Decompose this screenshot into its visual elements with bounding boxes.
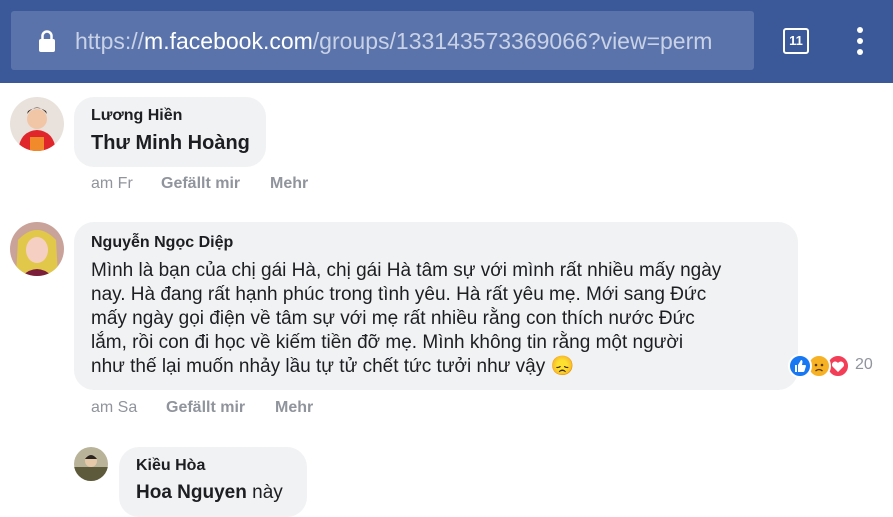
comment-text-line: mấy ngày gọi điện về tâm sự với mẹ rất n…: [91, 308, 695, 329]
tab-switcher-button[interactable]: 11: [783, 28, 809, 54]
mentioned-user-link[interactable]: Hoa Nguyen: [136, 482, 247, 503]
more-button[interactable]: Mehr: [275, 399, 313, 417]
comment-author[interactable]: Kiều Hòa: [136, 457, 205, 475]
comment-text: Mình là bạn của chị gái Hà, chị gái Hà t…: [91, 259, 791, 379]
comment-text-line: lắm, rồi con đi học về kiếm tiền đỡ mẹ. …: [91, 332, 684, 353]
comment-bubble: Lương Hiền Thư Minh Hoàng: [74, 97, 266, 167]
comment-text-line: như thế lại muốn nhảy lầu tự tử chết tức…: [91, 356, 575, 377]
like-button[interactable]: Gefällt mir: [161, 175, 240, 193]
comment-bubble: Kiều Hòa Hoa Nguyen này: [119, 447, 307, 517]
comment-author[interactable]: Nguyễn Ngọc Diệp: [91, 234, 233, 252]
overflow-menu-icon[interactable]: [850, 26, 870, 56]
lock-icon: [39, 30, 55, 52]
avatar-image: [10, 97, 64, 151]
avatar-image: [10, 222, 64, 276]
comment-text-line: Mình là bạn của chị gái Hà, chị gái Hà t…: [91, 260, 722, 281]
like-reaction-icon: [788, 354, 812, 378]
avatar[interactable]: [10, 97, 64, 151]
comment-text: Thư Minh Hoàng: [91, 132, 250, 154]
browser-toolbar: https://m.facebook.com/groups/1331435733…: [0, 0, 893, 83]
comment-timestamp: am Sa: [91, 399, 138, 416]
reactions-summary[interactable]: 20: [788, 354, 878, 380]
comment-text: Hoa Nguyen này: [136, 482, 283, 503]
comment-actions: am Fr Gefällt mir Mehr: [91, 175, 351, 195]
comment-actions: am Sa Gefällt mir Mehr: [91, 399, 351, 419]
comment-bubble: Nguyễn Ngọc Diệp Mình là bạn của chị gái…: [74, 222, 798, 390]
avatar[interactable]: [10, 222, 64, 276]
comment-author[interactable]: Lương Hiền: [91, 107, 182, 125]
disappointed-face-emoji: 😞: [550, 356, 575, 377]
reaction-count: 20: [855, 356, 873, 373]
comment-timestamp: am Fr: [91, 175, 133, 192]
comment-text-line: nay. Hà đang rất hạnh phúc trong tình yê…: [91, 284, 707, 305]
url-text: https://m.facebook.com/groups/1331435733…: [75, 28, 713, 54]
more-button[interactable]: Mehr: [270, 175, 308, 193]
avatar[interactable]: [74, 447, 108, 481]
avatar-image: [74, 447, 108, 481]
address-bar[interactable]: https://m.facebook.com/groups/1331435733…: [11, 11, 754, 70]
like-button[interactable]: Gefällt mir: [166, 399, 245, 417]
